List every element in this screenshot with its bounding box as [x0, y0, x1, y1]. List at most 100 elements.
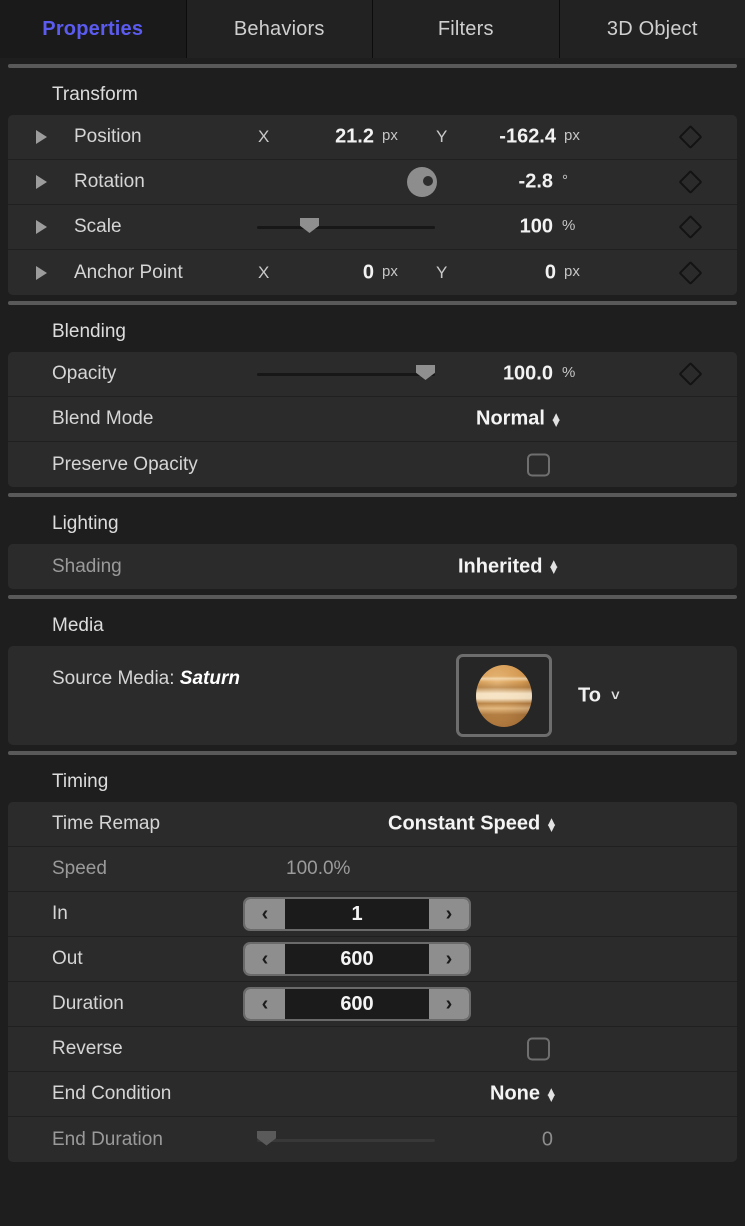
- row-end-duration-label: End Duration: [52, 1128, 163, 1150]
- tab-behaviors[interactable]: Behaviors: [186, 0, 373, 58]
- anchor-y-value[interactable]: 0: [456, 261, 556, 284]
- source-media-prefix: Source Media:: [52, 668, 175, 689]
- position-x-value[interactable]: 21.2: [288, 126, 374, 149]
- tab-filters-label: Filters: [437, 17, 494, 40]
- row-out[interactable]: Out ‹ 600 ›: [8, 937, 737, 982]
- keyframe-diamond-icon[interactable]: [678, 260, 703, 285]
- source-media-label: Source Media: Saturn: [52, 668, 240, 690]
- blend-mode-value: Normal: [476, 407, 545, 430]
- blending-group: Opacity 100.0 % Blend Mode Normal ▴ ▾ Pre…: [8, 352, 737, 487]
- row-duration-label: Duration: [52, 993, 124, 1014]
- row-anchor-point-label: Anchor Point: [74, 261, 183, 283]
- anchor-x-axis-label: X: [258, 262, 270, 282]
- keyframe-diamond-icon[interactable]: [678, 169, 703, 195]
- in-value[interactable]: 1: [285, 903, 429, 926]
- end-condition-value: None: [490, 1082, 540, 1105]
- opacity-slider-thumb[interactable]: [416, 365, 435, 380]
- scale-value[interactable]: 100: [458, 216, 553, 239]
- source-media-thumbnail[interactable]: [456, 654, 552, 737]
- row-end-duration: End Duration 0: [8, 1117, 737, 1162]
- tab-properties-label: Properties: [42, 17, 144, 40]
- row-reverse-label: Reverse: [52, 1038, 123, 1059]
- row-time-remap[interactable]: Time Remap Constant Speed ▴ ▾: [8, 802, 737, 847]
- tab-filters[interactable]: Filters: [373, 0, 560, 58]
- shading-popup[interactable]: Inherited ▴ ▾: [458, 555, 557, 578]
- opacity-value[interactable]: 100.0: [448, 363, 553, 386]
- reverse-checkbox[interactable]: [527, 1037, 550, 1061]
- row-rotation-label: Rotation: [74, 171, 145, 192]
- row-speed-label: Speed: [52, 858, 107, 879]
- rotation-dial[interactable]: [407, 167, 437, 197]
- end-condition-popup[interactable]: None ▴ ▾: [490, 1083, 555, 1106]
- out-value[interactable]: 600: [285, 948, 429, 971]
- tab-properties[interactable]: Properties: [0, 0, 187, 58]
- row-anchor-point[interactable]: Anchor Point X 0 px Y 0 px: [8, 250, 737, 295]
- row-end-condition[interactable]: End Condition None ▴ ▾: [8, 1072, 737, 1117]
- out-stepper[interactable]: ‹ 600 ›: [243, 942, 471, 976]
- in-stepper-next-button[interactable]: ›: [429, 899, 469, 929]
- row-opacity[interactable]: Opacity 100.0 %: [8, 352, 737, 397]
- row-position[interactable]: Position X 21.2 px Y -162.4 px: [8, 115, 737, 160]
- scale-slider[interactable]: [257, 218, 435, 236]
- popup-arrows-icon: ▴ ▾: [552, 408, 560, 429]
- scale-slider-track: [257, 226, 435, 229]
- blend-mode-popup[interactable]: Normal ▴ ▾: [476, 408, 559, 431]
- rotation-value[interactable]: -2.8: [458, 171, 553, 194]
- shading-value: Inherited: [458, 555, 543, 577]
- position-y-value[interactable]: -162.4: [456, 126, 556, 149]
- section-heading-media: Media: [0, 605, 745, 646]
- inspector-tab-bar: Properties Behaviors Filters 3D Object: [0, 0, 745, 58]
- row-shading-label: Shading: [52, 555, 122, 577]
- duration-stepper[interactable]: ‹ 600 ›: [243, 987, 471, 1021]
- end-duration-slider[interactable]: [257, 1130, 435, 1149]
- row-end-condition-label: End Condition: [52, 1083, 172, 1104]
- position-y-axis-label: Y: [436, 127, 448, 146]
- row-duration[interactable]: Duration ‹ 600 ›: [8, 982, 737, 1027]
- end-duration-slider-thumb[interactable]: [257, 1130, 276, 1146]
- out-stepper-prev-button[interactable]: ‹: [245, 944, 285, 974]
- anchor-x-value[interactable]: 0: [288, 261, 374, 284]
- row-preserve-opacity[interactable]: Preserve Opacity: [8, 442, 737, 487]
- row-reverse[interactable]: Reverse: [8, 1027, 737, 1072]
- timing-group: Time Remap Constant Speed ▴ ▾ Speed 100.0…: [8, 802, 737, 1162]
- source-media-name: Saturn: [179, 668, 240, 689]
- popup-arrows-icon: ▴ ▾: [548, 813, 555, 834]
- tab-3d-object[interactable]: 3D Object: [559, 0, 745, 58]
- tab-3d-object-label: 3D Object: [606, 17, 698, 40]
- scale-slider-thumb[interactable]: [300, 218, 319, 233]
- scale-unit: %: [562, 217, 576, 235]
- tabbar-divider: [8, 64, 737, 68]
- preserve-opacity-checkbox[interactable]: [527, 453, 550, 476]
- disclosure-triangle-icon[interactable]: [36, 175, 47, 189]
- row-in[interactable]: In ‹ 1 ›: [8, 892, 737, 937]
- in-stepper-prev-button[interactable]: ‹: [245, 899, 285, 929]
- duration-value[interactable]: 600: [285, 993, 429, 1016]
- row-shading[interactable]: Shading Inherited ▴ ▾: [8, 544, 737, 589]
- lighting-group: Shading Inherited ▴ ▾: [8, 544, 737, 589]
- row-blend-mode[interactable]: Blend Mode Normal ▴ ▾: [8, 397, 737, 442]
- position-x-axis-label: X: [258, 127, 270, 146]
- disclosure-triangle-icon[interactable]: [36, 220, 47, 234]
- in-stepper[interactable]: ‹ 1 ›: [243, 897, 471, 931]
- row-speed: Speed 100.0%: [8, 847, 737, 892]
- row-source-media[interactable]: Source Media: Saturn To ˅: [8, 646, 737, 745]
- out-stepper-next-button[interactable]: ›: [429, 944, 469, 974]
- opacity-unit: %: [562, 364, 576, 382]
- disclosure-triangle-icon[interactable]: [36, 130, 47, 144]
- keyframe-diamond-icon[interactable]: [678, 124, 703, 150]
- disclosure-triangle-icon[interactable]: [36, 265, 47, 280]
- opacity-slider[interactable]: [257, 365, 435, 383]
- duration-stepper-prev-button[interactable]: ‹: [245, 989, 285, 1019]
- section-heading-timing: Timing: [0, 761, 745, 802]
- row-rotation[interactable]: Rotation -2.8 °: [8, 160, 737, 205]
- anchor-y-unit: px: [564, 262, 580, 280]
- to-dropdown[interactable]: To ˅: [578, 684, 620, 707]
- time-remap-popup[interactable]: Constant Speed ▴ ▾: [388, 813, 555, 836]
- anchor-y-axis-label: Y: [436, 262, 448, 282]
- section-divider: [8, 493, 737, 497]
- section-heading-transform: Transform: [0, 74, 745, 115]
- keyframe-diamond-icon[interactable]: [678, 214, 703, 240]
- duration-stepper-next-button[interactable]: ›: [429, 989, 469, 1019]
- keyframe-diamond-icon[interactable]: [678, 361, 703, 387]
- row-scale[interactable]: Scale 100 %: [8, 205, 737, 250]
